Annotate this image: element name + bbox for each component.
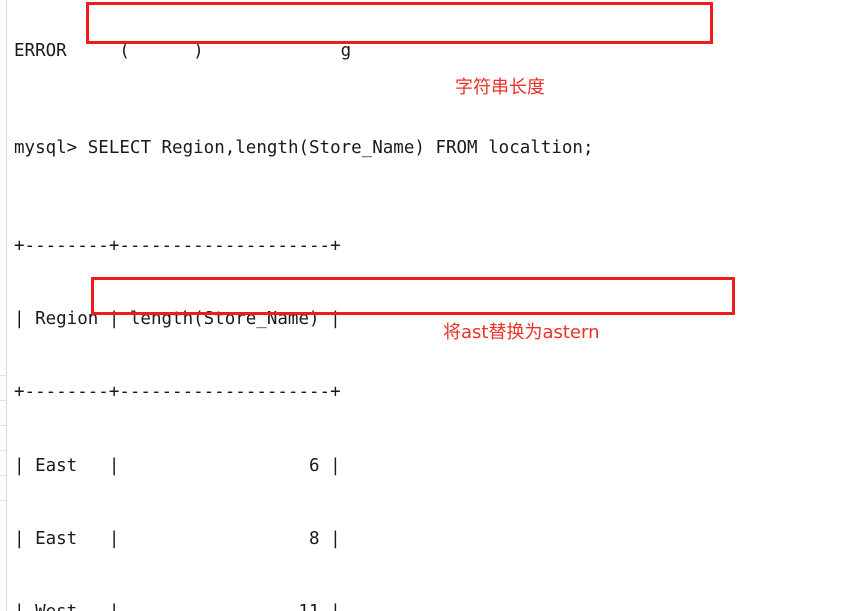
table-row: | East | 8 |	[14, 528, 341, 549]
query-line-1: mysql> SELECT Region,length(Store_Name) …	[14, 136, 636, 160]
result1-separator-mid: +--------+--------------------+	[14, 382, 341, 403]
prompt-1: mysql>	[14, 138, 88, 159]
terminal-window: ERROR ( ) g mysql> SELECT Region,length(…	[0, 0, 848, 611]
left-margin-ticks	[0, 375, 6, 525]
left-margin-rule	[6, 0, 7, 611]
result1-separator-top: +--------+--------------------+	[14, 236, 341, 257]
annotation-replace: 将ast替换为astern	[443, 322, 600, 343]
annotation-string-length: 字符串长度	[455, 77, 545, 98]
table-row: | East | 6 |	[14, 455, 341, 476]
table-row: | West | 11 |	[14, 600, 636, 611]
sql-statement-1[interactable]: SELECT Region,length(Store_Name) FROM lo…	[88, 138, 594, 158]
clipped-error-line: ERROR ( ) g	[14, 40, 352, 61]
